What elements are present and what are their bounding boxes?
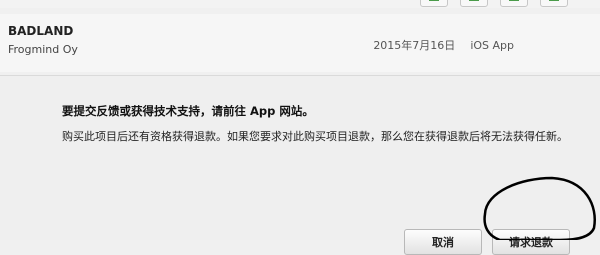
refund-message-body: 购买此项目后还有资格获得退款。如果您要求对此购买项目退款，那么您在获得退款后将无… (62, 130, 568, 143)
app-name: BADLAND (8, 24, 74, 38)
purchase-date: 2015年7月16日 (373, 39, 456, 52)
toolbar-button-receipt[interactable] (540, 0, 568, 7)
share-icon (469, 0, 479, 1)
purchase-meta: 2015年7月16日 iOS App (373, 37, 514, 53)
platform-label: iOS App (470, 39, 514, 52)
toolbar-button-share[interactable] (460, 0, 488, 7)
cancel-button[interactable]: 取消 (404, 229, 482, 255)
toolbar-button-bookmark[interactable] (500, 0, 528, 7)
refund-panel (0, 76, 600, 240)
toolbar (0, 0, 600, 8)
receipt-icon (549, 0, 559, 1)
toolbar-button-download[interactable] (420, 0, 448, 7)
bookmark-icon (509, 0, 519, 1)
download-icon (429, 0, 439, 1)
request-refund-button[interactable]: 请求退款 (492, 229, 570, 255)
developer-name: Frogmind Oy (8, 43, 78, 56)
support-message-title: 要提交反馈或获得技术支持，请前往 App 网站。 (62, 104, 314, 118)
